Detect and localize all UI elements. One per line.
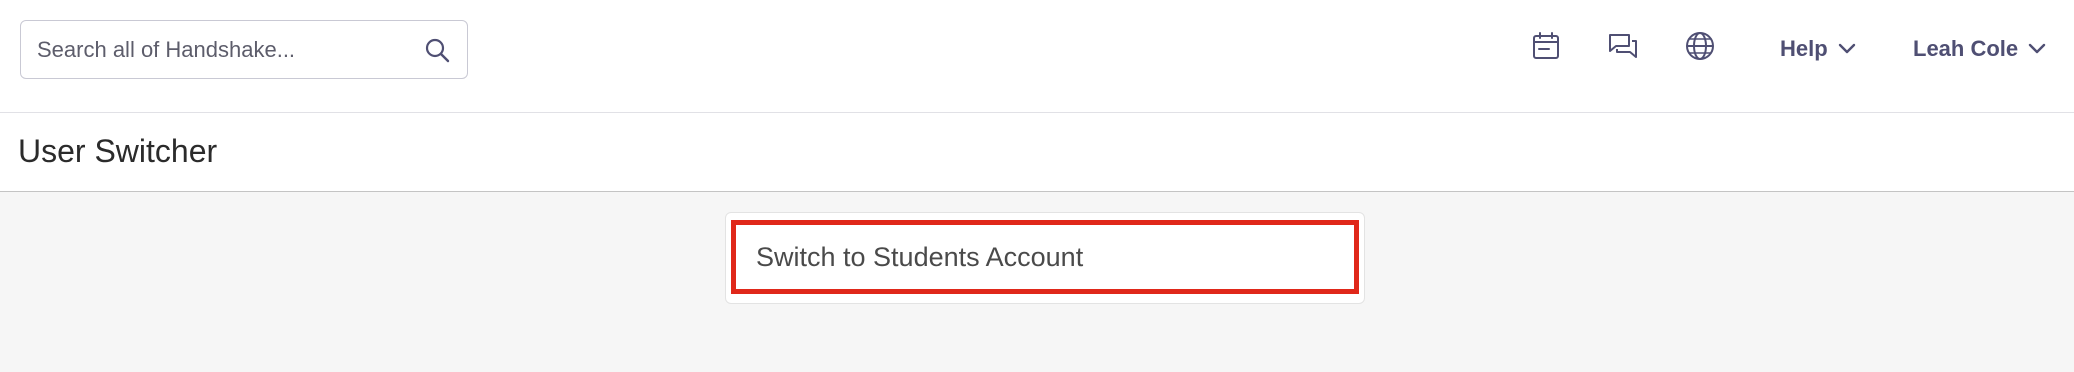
search-input[interactable] [21,21,401,78]
help-menu-label: Help [1780,36,1828,61]
calendar-icon[interactable] [1528,28,1564,64]
main-content: Switch to Students Account [0,192,2074,372]
globe-icon[interactable] [1682,28,1718,64]
chevron-down-icon [2028,43,2046,55]
messages-icon[interactable] [1605,28,1641,64]
search-icon[interactable] [421,34,453,66]
page-header: User Switcher [0,113,2074,192]
search-box [20,20,468,79]
page-title: User Switcher [18,133,218,169]
chevron-down-icon [1838,43,1856,55]
user-menu[interactable]: Leah Cole [1913,32,2046,66]
user-menu-label: Leah Cole [1913,36,2019,61]
help-menu[interactable]: Help [1780,32,1856,66]
top-navigation-bar: Help Leah Cole [0,0,2074,113]
switch-to-students-account-link[interactable]: Switch to Students Account [731,220,1359,294]
switcher-card: Switch to Students Account [725,212,1365,304]
